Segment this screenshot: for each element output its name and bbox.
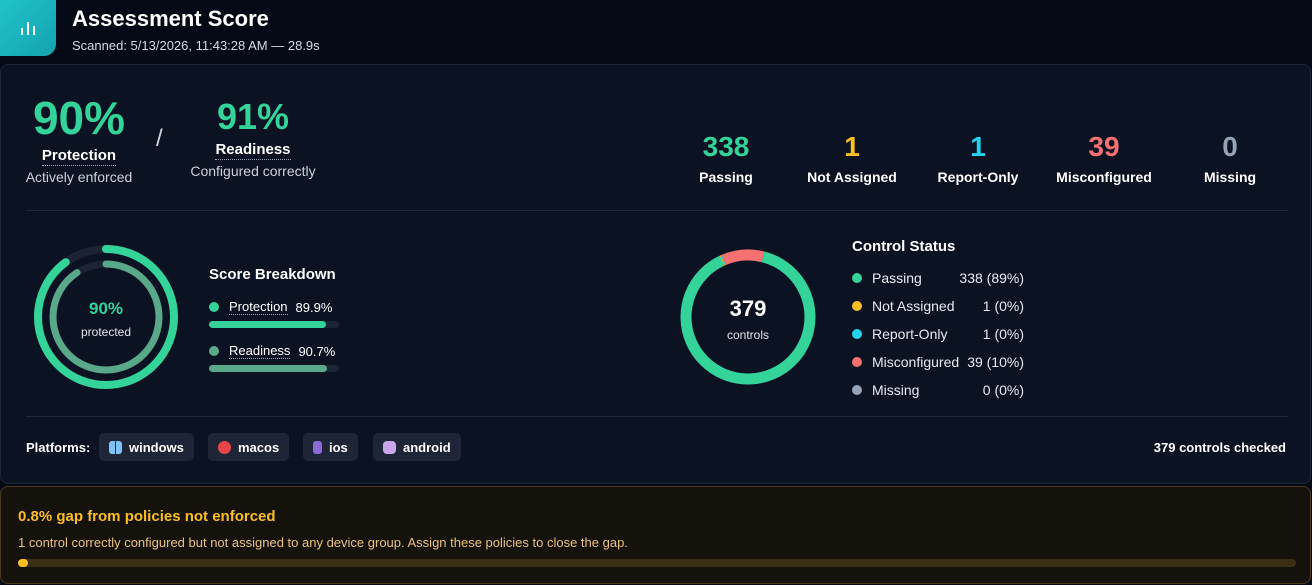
- stat-report-only: 1 Report-Only: [913, 131, 1043, 186]
- platform-chip-windows[interactable]: windows: [99, 433, 194, 461]
- bar-chart-icon: [0, 0, 56, 56]
- status-row-not-assigned: Not Assigned 1 (0%): [852, 298, 1024, 314]
- passing-dot: [852, 273, 862, 283]
- status-row-passing: Passing 338 (89%): [852, 270, 1024, 286]
- protection-label[interactable]: Protection: [41, 147, 117, 166]
- protection-desc: Actively enforced: [25, 169, 133, 185]
- stat-not-assigned-label: Not Assigned: [807, 169, 897, 185]
- status-missing-count: 0 (0%): [982, 382, 1024, 398]
- controls-checked: 379 controls checked: [1153, 440, 1286, 455]
- assessment-card: 90% Protection Actively enforced / 91% R…: [0, 64, 1311, 484]
- gap-progress-bar: [18, 559, 1296, 567]
- not-assigned-dot: [852, 301, 862, 311]
- readiness-progress-fill: [209, 365, 327, 372]
- windows-icon: [109, 440, 122, 454]
- platform-name: windows: [129, 439, 184, 455]
- stat-missing-value: 0: [1222, 131, 1238, 162]
- readiness-dot: [209, 346, 219, 356]
- summary-separator: /: [156, 125, 163, 152]
- protection-value: 90%: [32, 92, 126, 144]
- status-row-misconfigured: Misconfigured 39 (10%): [852, 354, 1024, 370]
- status-report-only-count: 1 (0%): [982, 326, 1024, 342]
- page-title: Assessment Score: [72, 6, 269, 31]
- control-status-title: Control Status: [852, 238, 956, 255]
- misconfigured-dot: [852, 357, 862, 367]
- status-not-assigned-count: 1 (0%): [982, 298, 1024, 314]
- score-ring: 90% protected: [32, 243, 180, 391]
- stat-missing: 0 Missing: [1165, 131, 1295, 186]
- stat-report-only-label: Report-Only: [937, 169, 1019, 185]
- status-not-assigned-label: Not Assigned: [872, 298, 955, 314]
- controls-ring-value: 379: [729, 296, 767, 321]
- score-ring-caption: protected: [80, 325, 132, 339]
- platform-chip-ios[interactable]: ios: [303, 433, 358, 461]
- readiness-progress-bar: [209, 365, 339, 372]
- status-row-missing: Missing 0 (0%): [852, 382, 1024, 398]
- controls-ring-caption: controls: [726, 328, 770, 342]
- breakdown-protection-label[interactable]: Protection: [229, 299, 288, 315]
- breakdown-readiness-label[interactable]: Readiness: [229, 343, 291, 359]
- gap-title: 0.8% gap from policies not enforced: [18, 508, 276, 525]
- status-row-report-only: Report-Only 1 (0%): [852, 326, 1024, 342]
- platform-chip-macos[interactable]: macos: [208, 433, 290, 461]
- readiness-label[interactable]: Readiness: [215, 141, 291, 160]
- gap-description: 1 control correctly configured but not a…: [18, 535, 628, 550]
- platform-name: macos: [238, 439, 280, 455]
- stat-passing-value: 338: [702, 131, 750, 162]
- readiness-value: 91%: [216, 96, 290, 137]
- stat-misconfigured-label: Misconfigured: [1056, 169, 1152, 185]
- gap-warning-panel: 0.8% gap from policies not enforced 1 co…: [0, 486, 1311, 584]
- phone-icon: [313, 440, 322, 454]
- stat-passing: 338 Passing: [661, 131, 791, 186]
- stat-report-only-value: 1: [970, 131, 986, 162]
- readiness-summary: 91% Readiness Configured correctly: [187, 96, 319, 180]
- platform-chip-android[interactable]: android: [373, 433, 461, 461]
- score-breakdown-title: Score Breakdown: [209, 266, 336, 283]
- protection-dot: [209, 302, 219, 312]
- divider: [26, 416, 1288, 417]
- readiness-desc: Configured correctly: [190, 163, 316, 179]
- status-report-only-label: Report-Only: [872, 326, 948, 342]
- robot-icon: [383, 440, 396, 454]
- breakdown-readiness: Readiness 90.7%: [209, 343, 335, 359]
- divider: [26, 210, 1288, 211]
- stat-not-assigned: 1 Not Assigned: [787, 131, 917, 186]
- stat-passing-label: Passing: [699, 169, 753, 185]
- platforms-label: Platforms:: [26, 440, 91, 455]
- page-header: Assessment Score Scanned: 5/13/2026, 11:…: [0, 0, 1312, 64]
- scan-timestamp: Scanned: 5/13/2026, 11:43:28 AM — 28.9s: [72, 38, 320, 53]
- controls-ring: 379 controls: [679, 248, 817, 386]
- missing-dot: [852, 385, 862, 395]
- status-missing-label: Missing: [872, 382, 920, 398]
- report-only-dot: [852, 329, 862, 339]
- stat-misconfigured-value: 39: [1088, 131, 1120, 162]
- gap-progress-fill: [18, 559, 29, 567]
- protection-summary: 90% Protection Actively enforced: [25, 95, 133, 185]
- protection-progress-bar: [209, 321, 339, 328]
- breakdown-readiness-value: 90.7%: [298, 343, 336, 359]
- protection-progress-fill: [209, 321, 326, 328]
- stat-misconfigured: 39 Misconfigured: [1039, 131, 1169, 186]
- status-passing-count: 338 (89%): [959, 270, 1024, 286]
- platform-name: ios: [329, 439, 348, 455]
- platform-name: android: [403, 439, 451, 455]
- stat-missing-label: Missing: [1203, 169, 1257, 185]
- apple-icon: [218, 440, 231, 454]
- status-misconfigured-count: 39 (10%): [967, 354, 1024, 370]
- breakdown-protection: Protection 89.9%: [209, 299, 332, 315]
- score-ring-value: 90%: [88, 299, 124, 318]
- stat-not-assigned-value: 1: [844, 131, 860, 162]
- status-passing-label: Passing: [872, 270, 922, 286]
- status-misconfigured-label: Misconfigured: [872, 354, 960, 370]
- breakdown-protection-value: 89.9%: [295, 299, 333, 315]
